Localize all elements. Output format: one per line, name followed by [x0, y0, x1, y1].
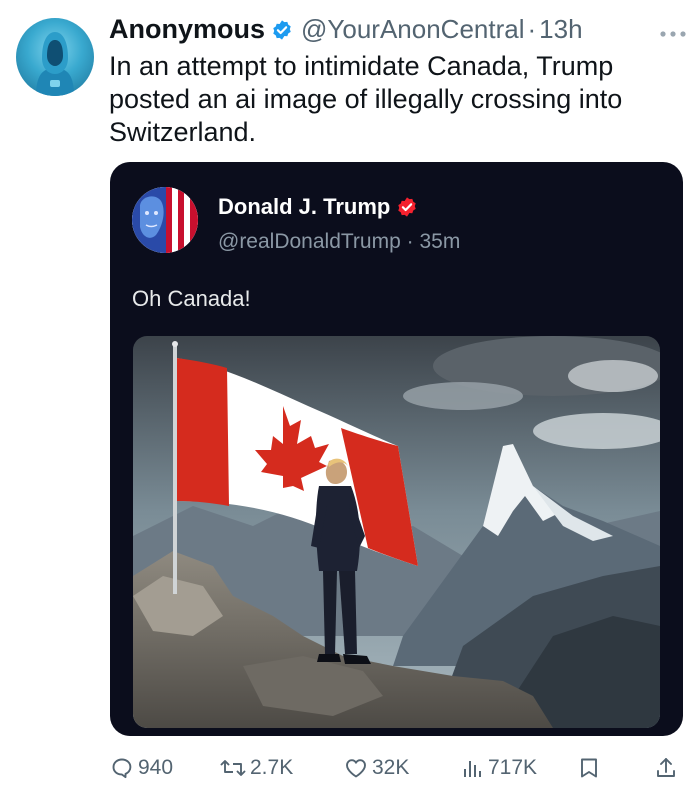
more-options-icon[interactable] — [660, 24, 686, 38]
like-button[interactable]: 32K — [344, 756, 409, 780]
hooded-figure-avatar-image — [36, 32, 74, 96]
quoted-author-avatar[interactable] — [132, 187, 198, 253]
reply-count: 940 — [138, 756, 174, 779]
quoted-tweet-card[interactable]: Donald J. Trump @realDonaldTrump · 35m O… — [110, 162, 683, 736]
tweet-timestamp[interactable]: 13h — [539, 14, 582, 45]
quoted-meta: @realDonaldTrump · 35m — [218, 230, 460, 254]
author-name[interactable]: Anonymous — [109, 14, 265, 45]
like-count: 32K — [372, 756, 410, 779]
bookmark-button[interactable] — [578, 756, 600, 780]
views-count: 717K — [488, 756, 538, 779]
quoted-separator: · — [406, 230, 414, 253]
tweet-actions: 940 2.7K 32K 717K — [110, 756, 680, 786]
quoted-tweet-image[interactable] — [133, 336, 660, 728]
mountain-flag-illustration — [133, 336, 660, 728]
views-button[interactable]: 717K — [462, 756, 537, 780]
author-avatar[interactable] — [16, 18, 94, 96]
bookmark-icon — [581, 758, 597, 778]
tweet-text: In an attempt to intimidate Canada, Trum… — [109, 51, 623, 147]
quoted-timestamp[interactable]: 35m — [419, 230, 460, 253]
like-icon — [346, 759, 366, 778]
views-icon — [464, 761, 481, 777]
quoted-author-row: Donald J. Trump — [218, 194, 418, 220]
quoted-author-handle[interactable]: @realDonaldTrump — [218, 230, 401, 253]
verified-badge-icon — [271, 19, 293, 41]
author-handle[interactable]: @YourAnonCentral — [301, 14, 524, 45]
header-separator: · — [527, 14, 537, 44]
quoted-tweet-text: Oh Canada! — [132, 286, 251, 311]
tweet-header: Anonymous @YourAnonCentral · 13h — [109, 14, 583, 45]
share-icon — [657, 758, 675, 777]
quoted-author-name[interactable]: Donald J. Trump — [218, 194, 390, 220]
repost-icon — [220, 760, 246, 776]
share-button[interactable] — [654, 756, 678, 780]
verified-badge-icon — [396, 196, 418, 218]
flag-portrait-avatar-image — [132, 187, 198, 253]
reply-button[interactable]: 940 — [110, 756, 173, 780]
reply-icon — [112, 758, 132, 779]
repost-button[interactable]: 2.7K — [220, 756, 293, 780]
repost-count: 2.7K — [250, 756, 294, 779]
